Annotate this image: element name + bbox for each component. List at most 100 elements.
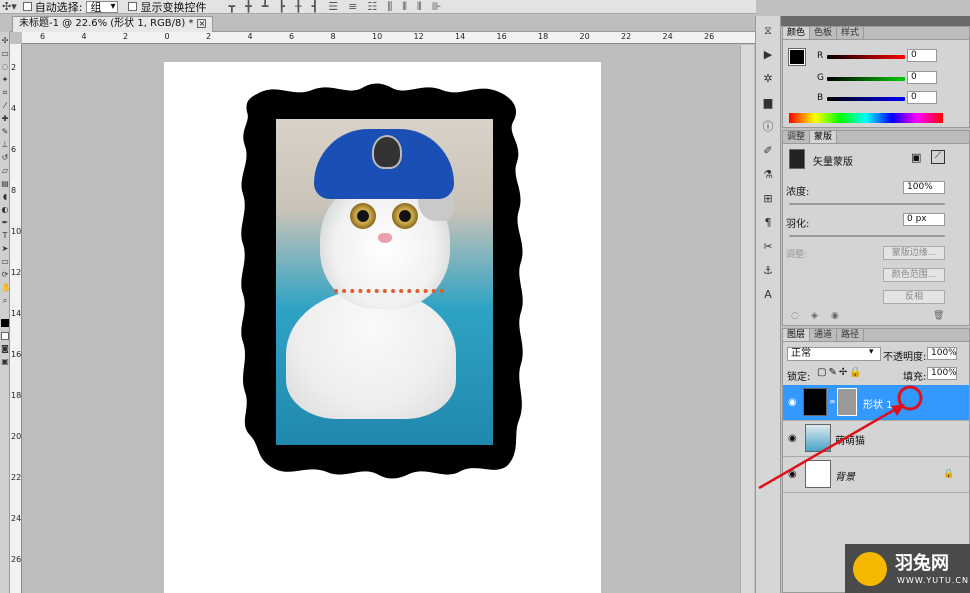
- stamp-tool-icon[interactable]: ⊥: [1, 141, 9, 149]
- density-input[interactable]: 100%: [903, 181, 945, 194]
- paragraph-panel-icon[interactable]: ¶: [761, 217, 775, 229]
- path-select-tool-icon[interactable]: ➤: [1, 245, 9, 253]
- distribute-center-icon[interactable]: ≡: [348, 0, 357, 14]
- r-slider[interactable]: [827, 55, 905, 59]
- character-panel-icon[interactable]: A: [761, 289, 775, 301]
- document-tab[interactable]: 未标题-1 @ 22.6% (形状 1, RGB/8) * ×: [12, 16, 214, 32]
- histogram-panel-icon[interactable]: ▆: [761, 97, 775, 109]
- pixel-mask-icon[interactable]: ▣: [911, 151, 921, 164]
- align-bottom-icon[interactable]: ┻: [262, 0, 269, 14]
- feather-slider[interactable]: [789, 235, 945, 237]
- align-top-icon[interactable]: ┳: [228, 0, 235, 14]
- actions-panel-icon[interactable]: ▶: [761, 49, 775, 61]
- lock-icons[interactable]: ▢✎✢🔒: [817, 367, 864, 378]
- screen-mode-icon[interactable]: ▣: [1, 358, 9, 366]
- brushes-panel-icon[interactable]: ✐: [761, 145, 775, 157]
- type-tool-icon[interactable]: T: [1, 232, 9, 240]
- auto-select-checkbox[interactable]: [22, 2, 32, 11]
- tools-preset-icon[interactable]: ✂: [761, 241, 775, 253]
- clone-source-panel-icon[interactable]: ⚗: [761, 169, 775, 181]
- apply-mask-icon[interactable]: ◈: [811, 311, 818, 321]
- auto-select-label: 自动选择:: [34, 0, 83, 14]
- history-brush-icon[interactable]: ↺: [1, 154, 9, 162]
- show-transform-checkbox[interactable]: [128, 2, 138, 11]
- g-slider[interactable]: [827, 77, 905, 81]
- auto-select-dropdown[interactable]: 组: [86, 0, 119, 13]
- tab-styles[interactable]: 样式: [837, 27, 865, 39]
- pen-tool-icon[interactable]: ✒: [1, 219, 9, 227]
- align-left-icon[interactable]: ┣: [278, 0, 285, 14]
- vertical-scrollbar[interactable]: [740, 45, 754, 593]
- stamp-panel-icon[interactable]: ⚓: [761, 265, 775, 277]
- auto-align-icon[interactable]: ⊪: [432, 0, 442, 14]
- yutu-logo-icon: [853, 552, 887, 586]
- tab-paths[interactable]: 路径: [837, 329, 865, 341]
- move-tool-icon[interactable]: ✣: [1, 37, 9, 45]
- feather-input[interactable]: 0 px: [903, 213, 945, 226]
- distribute-bottom-icon[interactable]: ☷: [367, 0, 377, 14]
- close-tab-icon[interactable]: ×: [197, 19, 207, 28]
- b-value-input[interactable]: 0: [907, 91, 937, 104]
- opacity-input[interactable]: 100%: [927, 347, 957, 360]
- cat-right-eye: [392, 203, 418, 229]
- align-vcenter-icon[interactable]: ╋: [245, 0, 252, 14]
- eyedropper-tool-icon[interactable]: ⁄: [1, 102, 9, 110]
- distribute-hcenter-icon[interactable]: ⫴: [402, 0, 407, 14]
- b-slider[interactable]: [827, 97, 905, 101]
- distribute-left-icon[interactable]: ⫼: [387, 0, 392, 14]
- crop-tool-icon[interactable]: ⌗: [1, 89, 9, 97]
- blend-mode-dropdown[interactable]: 正常: [787, 347, 881, 361]
- move-tool-icon[interactable]: ✣▾: [2, 0, 17, 13]
- tab-masks[interactable]: 蒙版: [810, 131, 838, 143]
- invert-button[interactable]: 反相: [883, 290, 945, 304]
- mask-type-label: 矢量蒙版: [813, 157, 853, 168]
- color-spectrum-bar[interactable]: [789, 113, 943, 123]
- ruler-tick-label: 8: [11, 186, 17, 195]
- load-selection-icon[interactable]: ◌: [791, 311, 799, 321]
- r-value-input[interactable]: 0: [907, 49, 937, 62]
- lasso-tool-icon[interactable]: ◌: [1, 63, 9, 71]
- ruler-tick-label: 0: [164, 32, 170, 41]
- healing-brush-icon[interactable]: ✚: [1, 115, 9, 123]
- distribute-right-icon[interactable]: ⦀: [417, 0, 422, 14]
- ruler-tick-label: 2: [123, 32, 129, 41]
- ruler-tick-label: 22: [11, 473, 22, 482]
- distribute-top-icon[interactable]: ☰: [328, 0, 338, 14]
- info-panel-icon[interactable]: ⓘ: [761, 121, 775, 133]
- brush-tool-icon[interactable]: ✎: [1, 128, 9, 136]
- shape-tool-icon[interactable]: ▭: [1, 258, 9, 266]
- density-slider[interactable]: [789, 203, 945, 205]
- gradient-tool-icon[interactable]: ▤: [1, 180, 9, 188]
- foreground-color-swatch[interactable]: [1, 319, 9, 327]
- navigator-panel-icon[interactable]: ✲: [761, 73, 775, 85]
- tab-layers[interactable]: 图层: [783, 329, 811, 341]
- vector-mask-icon[interactable]: ⟋: [931, 150, 945, 164]
- background-color-swatch[interactable]: [1, 332, 9, 340]
- tab-swatches[interactable]: 色板: [810, 27, 838, 39]
- align-hcenter-icon[interactable]: ╂: [295, 0, 302, 14]
- 3d-rotate-tool-icon[interactable]: ⟳: [1, 271, 9, 279]
- history-panel-icon[interactable]: ⧖: [761, 25, 775, 37]
- eraser-tool-icon[interactable]: ▱: [1, 167, 9, 175]
- ruler-tick-label: 26: [704, 32, 715, 41]
- tab-channels[interactable]: 通道: [810, 329, 838, 341]
- color-range-button[interactable]: 颜色范围...: [883, 268, 945, 282]
- zoom-tool-icon[interactable]: ⌕: [1, 297, 9, 305]
- cat-collar: [334, 289, 444, 303]
- blur-tool-icon[interactable]: ◖: [1, 193, 9, 201]
- hand-tool-icon[interactable]: ✋: [1, 284, 11, 292]
- magic-wand-tool-icon[interactable]: ✦: [1, 76, 9, 84]
- marquee-tool-icon[interactable]: ▭: [1, 50, 9, 58]
- delete-mask-icon[interactable]: 🗑: [933, 311, 944, 321]
- align-right-icon[interactable]: ┫: [312, 0, 319, 14]
- foreground-swatch[interactable]: [788, 48, 806, 66]
- quick-mask-icon[interactable]: ◙: [1, 345, 9, 353]
- fill-input[interactable]: 100%: [927, 367, 957, 380]
- tab-color[interactable]: 颜色: [783, 27, 811, 39]
- mask-edge-button[interactable]: 蒙版边缘...: [883, 246, 945, 260]
- tab-adjustments[interactable]: 调整: [783, 131, 811, 143]
- dodge-tool-icon[interactable]: ◐: [1, 206, 9, 214]
- disable-mask-icon[interactable]: ◉: [831, 311, 839, 321]
- g-value-input[interactable]: 0: [907, 71, 937, 84]
- tool-presets-panel-icon[interactable]: ⊞: [761, 193, 775, 205]
